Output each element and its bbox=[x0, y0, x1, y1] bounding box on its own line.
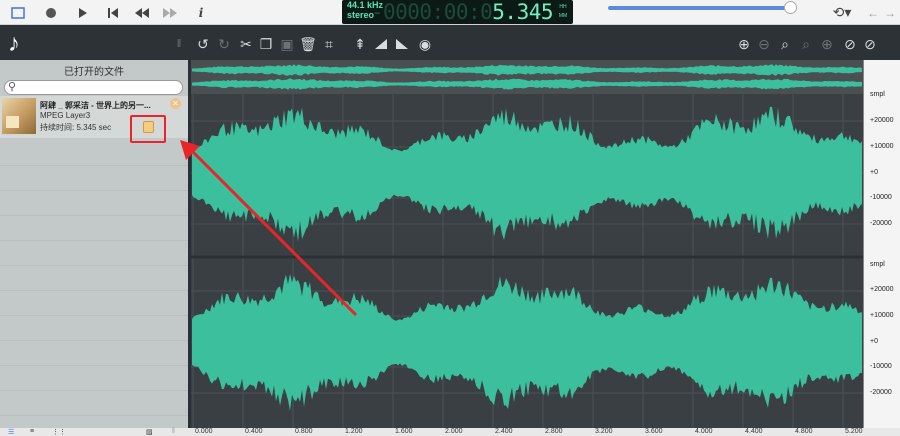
pause-icon[interactable]: ‖ bbox=[172, 428, 175, 435]
ruler-label: +10000 bbox=[870, 312, 894, 319]
info-icon[interactable]: i bbox=[194, 0, 208, 25]
ruler-label: +20000 bbox=[870, 286, 894, 293]
ruler-label: -20000 bbox=[870, 220, 892, 227]
play-icon[interactable] bbox=[74, 0, 92, 25]
time-format-hh: HH bbox=[559, 4, 567, 10]
fade-in-icon[interactable] bbox=[373, 34, 389, 54]
cut-icon[interactable]: ✂ bbox=[238, 34, 254, 54]
ruler-label: +0 bbox=[870, 169, 878, 176]
zoom-out-icon[interactable]: ⊖ bbox=[756, 34, 772, 54]
music-note-icon: ♪ bbox=[8, 30, 20, 57]
zoom-all-icon[interactable]: ⊕ bbox=[819, 34, 835, 54]
timeline-label: 2.400 bbox=[495, 428, 513, 435]
grid-view-icon[interactable]: ⋮⋮ bbox=[52, 428, 66, 436]
album-thumbnail bbox=[2, 98, 36, 134]
normalize-icon[interactable]: ⇞ bbox=[352, 34, 368, 54]
panel-divider bbox=[0, 165, 188, 166]
fade-out-icon[interactable] bbox=[394, 34, 410, 54]
panel-divider bbox=[0, 265, 188, 266]
file-search-input[interactable]: ⚲ bbox=[4, 80, 183, 95]
panel-divider bbox=[0, 315, 188, 316]
zoom-in-icon[interactable]: ⊕ bbox=[736, 34, 752, 54]
skip-start-icon[interactable] bbox=[104, 0, 122, 25]
ruler-label: smpl bbox=[870, 91, 885, 98]
timeline-label: 3.600 bbox=[645, 428, 663, 435]
menu-icon[interactable]: ≡ bbox=[30, 428, 34, 435]
timeline-label: 5.200 bbox=[845, 428, 863, 435]
time-lit: 5.345 bbox=[492, 0, 553, 24]
time-display: 44.1 kHz stereo -0000:00:05.345 HH MM bbox=[342, 0, 573, 24]
amplitude-ruler: smpl +20000 +10000 +0 -10000 -20000 smpl… bbox=[863, 60, 900, 428]
grip-icon: ‖ bbox=[176, 38, 182, 50]
timeline-label: 4.400 bbox=[745, 428, 763, 435]
waveform-overview[interactable] bbox=[191, 60, 863, 94]
search-icon: ⚲ bbox=[8, 81, 17, 93]
history-icon[interactable]: ⟲▾ bbox=[830, 0, 854, 25]
vertical-zoom-in-icon[interactable]: ⊘ bbox=[842, 34, 858, 54]
panel-divider bbox=[0, 290, 188, 291]
panel-divider bbox=[0, 190, 188, 191]
volume-slider[interactable] bbox=[608, 6, 792, 10]
record-icon[interactable] bbox=[42, 0, 60, 25]
file-title: 阿肆 _ 郭采洁 - 世界上的另一... bbox=[40, 101, 151, 110]
ruler-label: -20000 bbox=[870, 389, 892, 396]
timeline-label: 2.800 bbox=[545, 428, 563, 435]
delete-icon[interactable]: 🗑 bbox=[299, 34, 317, 54]
redo-icon[interactable]: ↻ bbox=[216, 34, 232, 54]
timeline-label: 2.000 bbox=[445, 428, 463, 435]
panel-title: 已打开的文件 bbox=[64, 67, 124, 78]
ruler-label: +0 bbox=[870, 338, 878, 345]
ruler-label: -10000 bbox=[870, 363, 892, 370]
panel-divider bbox=[0, 215, 188, 216]
time-dim: -0000:00:0 bbox=[370, 0, 493, 24]
list-view-icon[interactable]: ☰ bbox=[8, 428, 14, 436]
close-file-icon[interactable]: ✕ bbox=[170, 98, 181, 109]
panel-divider bbox=[0, 415, 188, 416]
timeline-label: 3.200 bbox=[595, 428, 613, 435]
ruler-label: +10000 bbox=[870, 143, 894, 150]
file-format: MPEG Layer3 bbox=[40, 111, 91, 120]
effects-icon[interactable]: ◉ bbox=[416, 34, 434, 54]
zoom-selection-icon[interactable]: ⌕ bbox=[777, 34, 793, 54]
timeline-label: 0.800 bbox=[295, 428, 313, 435]
ruler-label: +20000 bbox=[870, 117, 894, 124]
timeline-label: 0.400 bbox=[245, 428, 263, 435]
undo-icon[interactable]: ↺ bbox=[195, 34, 211, 54]
time-value: -0000:00:05.345 bbox=[370, 0, 554, 24]
timeline-label: 4.000 bbox=[695, 428, 713, 435]
panel-divider bbox=[0, 365, 188, 366]
timeline-label: 4.800 bbox=[795, 428, 813, 435]
forward-arrow-icon[interactable]: → bbox=[883, 0, 897, 25]
timeline-label: 1.200 bbox=[345, 428, 363, 435]
crop-icon[interactable]: ⌗ bbox=[321, 34, 337, 54]
timeline-label: 1.600 bbox=[395, 428, 413, 435]
volume-slider-knob[interactable] bbox=[784, 1, 797, 14]
panel-divider bbox=[0, 390, 188, 391]
top-toolbar: i 44.1 kHz stereo -0000:00:05.345 HH MM ⟲… bbox=[0, 0, 900, 25]
ruler-label: -10000 bbox=[870, 194, 892, 201]
ruler-label: smpl bbox=[870, 261, 885, 268]
rewind-icon[interactable] bbox=[132, 0, 152, 25]
file-duration: 持续时间: 5.345 sec bbox=[40, 123, 112, 132]
highlight-box bbox=[130, 115, 166, 143]
timeline-label: 0.000 bbox=[195, 428, 213, 435]
zoom-fit-icon[interactable]: ⌕ bbox=[798, 34, 814, 54]
paste-icon[interactable]: ▣ bbox=[279, 34, 295, 54]
time-format-toggle[interactable]: HH MM bbox=[557, 3, 569, 21]
panel-divider bbox=[0, 240, 188, 241]
waveform-area[interactable] bbox=[191, 60, 863, 428]
fast-forward-icon[interactable] bbox=[160, 0, 180, 25]
copy-icon[interactable]: ❐ bbox=[258, 34, 274, 54]
vertical-zoom-out-icon[interactable]: ⊘ bbox=[862, 34, 878, 54]
panel-divider bbox=[0, 340, 188, 341]
layout-icon[interactable] bbox=[8, 0, 28, 25]
back-arrow-icon[interactable]: ← bbox=[866, 0, 880, 25]
time-format-mm: MM bbox=[558, 13, 568, 19]
image-icon[interactable]: ▨ bbox=[146, 428, 153, 436]
